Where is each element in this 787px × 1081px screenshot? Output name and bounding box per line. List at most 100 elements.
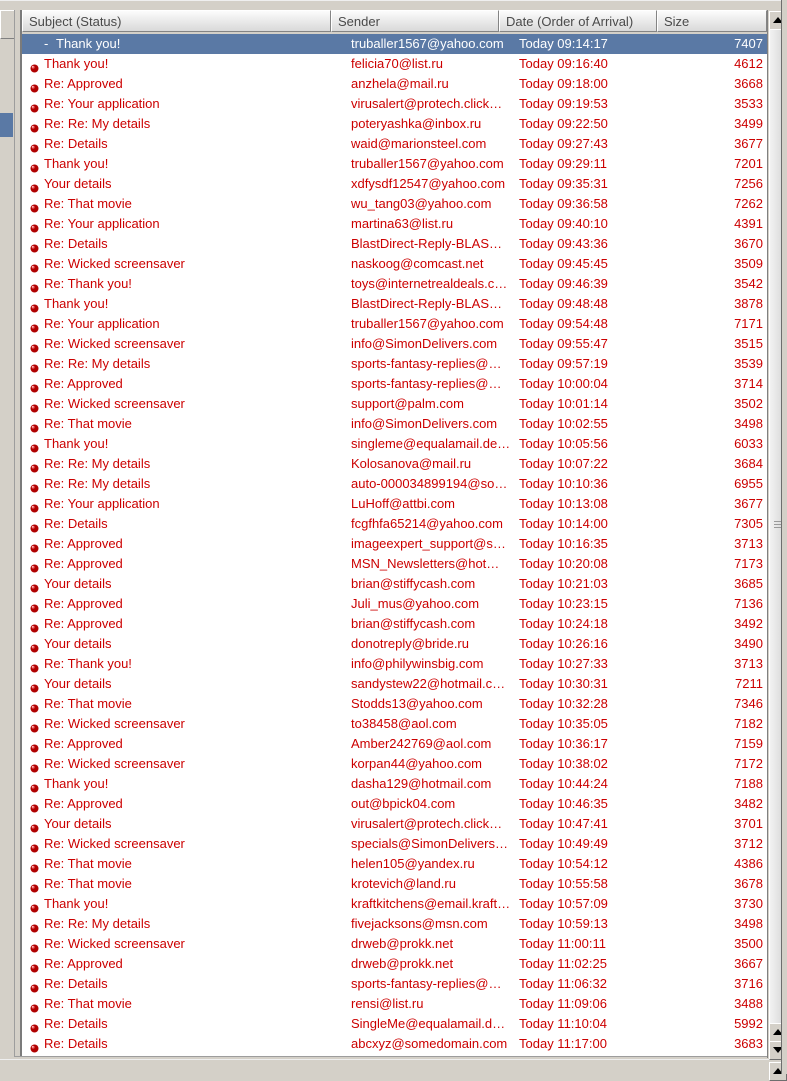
table-row[interactable]: Re: That movie info@SimonDelivers.com Toda…	[22, 414, 769, 434]
table-row[interactable]: Re: Approved Amber242769@aol.com Today 10:…	[22, 734, 769, 754]
table-row[interactable]: Re: Re: My details fivejacksons@msn.com To…	[22, 914, 769, 934]
cell-size: 7188	[734, 776, 763, 791]
table-row[interactable]: Re: That movie Stodds13@yahoo.com Today 10…	[22, 694, 769, 714]
cell-sender: anzhela@mail.ru	[351, 76, 449, 91]
table-row[interactable]: Re: Approved imageexpert_support@s… Today …	[22, 534, 769, 554]
cell-size: 3683	[734, 1036, 763, 1051]
table-row[interactable]: Re: Approved brian@stiffycash.com Today 10…	[22, 614, 769, 634]
table-row[interactable]: Re: Your application virusalert@protech.c…	[22, 94, 769, 114]
table-row[interactable]: Re: Details waid@marionsteel.com Today 09:…	[22, 134, 769, 154]
table-row[interactable]: Re: Your application truballer1567@yahoo.…	[22, 314, 769, 334]
cell-size: 3667	[734, 956, 763, 971]
table-row[interactable]: Re: Re: My details sports-fantasy-replies…	[22, 354, 769, 374]
table-row[interactable]: Re: Approved sports-fantasy-replies@… Toda…	[22, 374, 769, 394]
cell-date: Today 11:09:06	[519, 996, 607, 1011]
cell-date: Today 09:29:11	[519, 156, 607, 171]
table-row[interactable]: Re: That movie helen105@yandex.ru Today 10…	[22, 854, 769, 874]
table-row[interactable]: Re: Approved MSN_Newsletters@hot… Today 10…	[22, 554, 769, 574]
unread-bullet-icon	[30, 920, 39, 933]
table-row[interactable]: Re: Wicked screensaver info@SimonDelivers…	[22, 334, 769, 354]
unread-bullet-icon	[30, 740, 39, 753]
table-row[interactable]: Re: Approved out@bpick04.com Today 10:46:3…	[22, 794, 769, 814]
red-ball-icon	[30, 664, 39, 673]
table-row[interactable]: Re: Re: My details auto-000034899194@so… T…	[22, 474, 769, 494]
cell-size: 7159	[734, 736, 763, 751]
table-row[interactable]: Re: Details BlastDirect-Reply-BLAS… Today …	[22, 234, 769, 254]
cell-sender: drweb@prokk.net	[351, 956, 454, 971]
cell-sender: Stodds13@yahoo.com	[351, 696, 483, 711]
table-row[interactable]: Re: Thank you! toys@internetrealdeals.c… T…	[22, 274, 769, 294]
unread-bullet-icon	[30, 960, 39, 973]
cell-date: Today 10:23:15	[519, 596, 608, 611]
red-ball-icon	[30, 644, 39, 653]
cell-sender: virusalert@protech.click…	[351, 816, 503, 831]
table-row[interactable]: Re: Details fcgfhfa65214@yahoo.com Today 1…	[22, 514, 769, 534]
table-row[interactable]: Re: Wicked screensaver korpan44@yahoo.com…	[22, 754, 769, 774]
table-row[interactable]: Re: Wicked screensaver to38458@aol.com Tod…	[22, 714, 769, 734]
red-ball-icon	[30, 444, 39, 453]
table-row[interactable]: Thank you! truballer1567@yahoo.com Today 0…	[22, 154, 769, 174]
table-row[interactable]: Thank you! kraftkitchens@email.kraft… Toda…	[22, 894, 769, 914]
table-row[interactable]: Your details sandystew22@hotmail.c… Today …	[22, 674, 769, 694]
table-row[interactable]: Re: That movie krotevich@land.ru Today 10:…	[22, 874, 769, 894]
table-row[interactable]: Thank you! BlastDirect-Reply-BLAS… Today 0…	[22, 294, 769, 314]
table-row[interactable]: Re: Wicked screensaver specials@SimonDeli…	[22, 834, 769, 854]
cell-subject: Re: Your application	[44, 316, 160, 331]
cell-date: Today 10:49:49	[519, 836, 608, 851]
table-row[interactable]: Re: Approved anzhela@mail.ru Today 09:18:0…	[22, 74, 769, 94]
table-row[interactable]: Re: Details sports-fantasy-replies@… Today…	[22, 974, 769, 994]
cell-subject: Your details	[44, 676, 112, 691]
unread-bullet-icon	[30, 500, 39, 513]
cell-sender: krotevich@land.ru	[351, 876, 456, 891]
cell-sender: brian@stiffycash.com	[351, 616, 476, 631]
cell-subject: Re: Your application	[44, 96, 160, 111]
cell-subject: Re: Wicked screensaver	[44, 336, 185, 351]
message-rows-container[interactable]: - Thank you! truballer1567@yahoo.com Today …	[22, 34, 769, 1056]
red-ball-icon	[30, 984, 39, 993]
unread-bullet-icon	[30, 580, 39, 593]
cell-sender: Kolosanova@mail.ru	[351, 456, 472, 471]
cell-date: Today 09:40:10	[519, 216, 608, 231]
unread-bullet-icon	[30, 340, 39, 353]
table-row[interactable]: Re: Your application LuHoff@attbi.com Toda…	[22, 494, 769, 514]
table-row[interactable]: Thank you! dasha129@hotmail.com Today 10:4…	[22, 774, 769, 794]
table-row[interactable]: - Thank you! truballer1567@yahoo.com Today …	[22, 34, 769, 54]
table-row[interactable]: Re: Approved Juli_mus@yahoo.com Today 10:2…	[22, 594, 769, 614]
table-row[interactable]: Your details virusalert@protech.click… Tod…	[22, 814, 769, 834]
unread-bullet-icon	[30, 660, 39, 673]
cell-size: 3712	[734, 836, 763, 851]
column-header-date[interactable]: Date (Order of Arrival)	[499, 10, 657, 32]
table-row[interactable]: Your details brian@stiffycash.com Today 10…	[22, 574, 769, 594]
table-row[interactable]: Thank you! felicia70@list.ru Today 09:16:4…	[22, 54, 769, 74]
table-row[interactable]: Re: Your application martina63@list.ru Tod…	[22, 214, 769, 234]
cell-date: Today 10:57:09	[519, 896, 608, 911]
cell-date: Today 09:55:47	[519, 336, 608, 351]
table-row[interactable]: Re: Wicked screensaver naskoog@comcast.ne…	[22, 254, 769, 274]
table-row[interactable]: Re: That movie rensi@list.ru Today 11:09:0…	[22, 994, 769, 1014]
table-row[interactable]: Your details donotreply@bride.ru Today 10:…	[22, 634, 769, 654]
table-row[interactable]: Your details xdfysdf12547@yahoo.com Today …	[22, 174, 769, 194]
table-row[interactable]: Re: Re: My details Kolosanova@mail.ru Toda…	[22, 454, 769, 474]
table-row[interactable]: Re: Wicked screensaver drweb@prokk.net Tod…	[22, 934, 769, 954]
left-gutter-position-marker[interactable]	[0, 113, 13, 137]
cell-size: 6955	[734, 476, 763, 491]
cell-subject: Re: Wicked screensaver	[44, 936, 185, 951]
cell-subject: Re: Your application	[44, 216, 160, 231]
table-row[interactable]: Re: Approved drweb@prokk.net Today 11:02:2…	[22, 954, 769, 974]
column-header-sender[interactable]: Sender	[331, 10, 499, 32]
cell-subject: Re: Thank you!	[44, 276, 132, 291]
table-row[interactable]: Re: That movie wu_tang03@yahoo.com Today 0…	[22, 194, 769, 214]
table-row[interactable]: Thank you! singleme@equalamail.de… Today 1…	[22, 434, 769, 454]
cell-subject: Re: Re: My details	[44, 356, 151, 371]
red-ball-icon	[30, 564, 39, 573]
table-row[interactable]: Re: Details abcxyz@somedomain.com Today 11…	[22, 1034, 769, 1054]
table-row[interactable]: Re: Wicked screensaver support@palm.com To…	[22, 394, 769, 414]
table-row[interactable]: Re: Thank you! info@philywinsbig.com Today…	[22, 654, 769, 674]
table-row[interactable]: Re: Re: My details poteryashka@inbox.ru To…	[22, 114, 769, 134]
column-header-size[interactable]: Size	[657, 10, 767, 32]
red-ball-icon	[30, 224, 39, 233]
column-header-subject[interactable]: Subject (Status)	[22, 10, 331, 32]
table-row[interactable]: Re: Details SingleMe@equalamail.d… Today 1…	[22, 1014, 769, 1034]
cell-sender: korpan44@yahoo.com	[351, 756, 482, 771]
cell-sender: Amber242769@aol.com	[351, 736, 492, 751]
